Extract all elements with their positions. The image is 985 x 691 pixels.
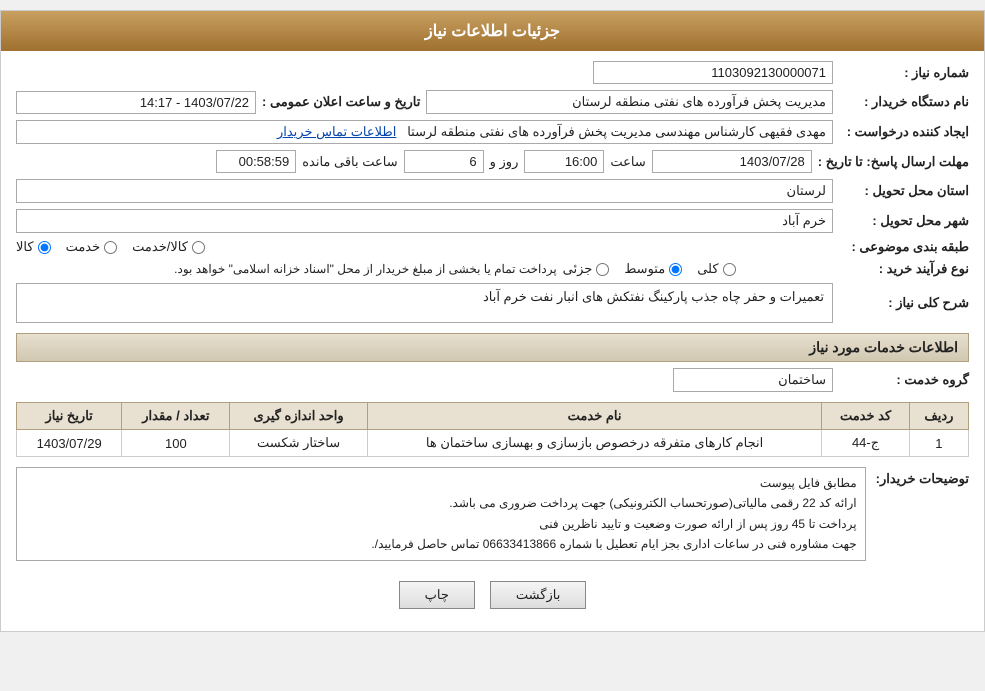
reply-remaining-value: 00:58:59	[216, 150, 296, 173]
radio-kala-khedmat-label: کالا/خدمت	[132, 239, 188, 255]
radio-motas[interactable]	[669, 263, 682, 276]
radio-kala-label: کالا	[16, 239, 34, 255]
col-quantity: تعداد / مقدار	[122, 403, 230, 430]
col-service-name: نام خدمت	[367, 403, 821, 430]
radio-khedmat-label: خدمت	[66, 239, 101, 255]
city-row: شهر محل تحویل : خرم آباد	[16, 209, 969, 233]
radio-joz[interactable]	[596, 263, 609, 276]
reply-deadline-label: مهلت ارسال پاسخ: تا تاریخ :	[818, 154, 969, 170]
reply-time-value: 16:00	[524, 150, 604, 173]
table-row: 1ج-44انجام کارهای متفرقه درخصوص بازسازی …	[17, 430, 969, 457]
requester-text: مهدی فقیهی کارشناس مهندسی مدیریت پخش فرآ…	[407, 124, 826, 139]
radio-kala[interactable]	[38, 241, 51, 254]
radio-kala-khedmat[interactable]	[192, 241, 205, 254]
announce-datetime-label: تاریخ و ساعت اعلان عمومی :	[262, 94, 420, 110]
requester-value: مهدی فقیهی کارشناس مهندسی مدیریت پخش فرآ…	[16, 120, 833, 144]
col-date: تاریخ نیاز	[17, 403, 122, 430]
page-header: جزئیات اطلاعات نیاز	[1, 11, 984, 51]
description-value: تعمیرات و حفر چاه جذب پارکینگ نفتکش های …	[16, 283, 833, 323]
category-label: طبقه بندی موضوعی :	[839, 239, 969, 255]
announce-datetime-value: 1403/07/22 - 14:17	[16, 91, 256, 114]
reply-date-value: 1403/07/28	[652, 150, 812, 173]
radio-koli[interactable]	[723, 263, 736, 276]
reply-days-label: روز و	[490, 154, 519, 170]
reply-days-value: 6	[404, 150, 484, 173]
col-service-code: کد خدمت	[822, 403, 910, 430]
province-row: استان محل تحویل : لرستان	[16, 179, 969, 203]
process-radio-group: کلی متوسط جزئی	[563, 261, 833, 277]
requester-row: ایجاد کننده درخواست : مهدی فقیهی کارشناس…	[16, 120, 969, 144]
province-value: لرستان	[16, 179, 833, 203]
category-radio-group: کالا/خدمت خدمت کالا	[16, 239, 833, 255]
buyer-org-row: نام دستگاه خریدار : مدیریت پخش فرآورده ه…	[16, 90, 969, 114]
main-container: جزئیات اطلاعات نیاز شماره نیاز : 1103092…	[0, 10, 985, 632]
request-number-value: 1103092130000071	[593, 61, 833, 84]
services-table: ردیف کد خدمت نام خدمت واحد اندازه گیری ت…	[16, 402, 969, 457]
button-row: بازگشت چاپ	[16, 569, 969, 621]
content-area: شماره نیاز : 1103092130000071 نام دستگاه…	[1, 51, 984, 631]
radio-joz-label: جزئی	[563, 261, 593, 277]
service-group-value: ساختمان	[673, 368, 833, 392]
services-table-section: ردیف کد خدمت نام خدمت واحد اندازه گیری ت…	[16, 402, 969, 457]
requester-label: ایجاد کننده درخواست :	[839, 124, 969, 140]
services-section-header: اطلاعات خدمات مورد نیاز	[16, 333, 969, 362]
col-unit: واحد اندازه گیری	[230, 403, 367, 430]
request-number-label: شماره نیاز :	[839, 65, 969, 81]
service-group-label: گروه خدمت :	[839, 372, 969, 388]
city-value: خرم آباد	[16, 209, 833, 233]
radio-koli-label: کلی	[697, 261, 718, 277]
category-row: طبقه بندی موضوعی : کالا/خدمت خدمت کالا	[16, 239, 969, 255]
page-title: جزئیات اطلاعات نیاز	[425, 23, 560, 40]
province-label: استان محل تحویل :	[839, 183, 969, 199]
reply-remaining-label: ساعت باقی مانده	[302, 154, 397, 170]
city-label: شهر محل تحویل :	[839, 213, 969, 229]
radio-khedmat[interactable]	[104, 241, 117, 254]
process-koli[interactable]: کلی	[697, 261, 735, 277]
back-button[interactable]: بازگشت	[490, 581, 586, 609]
category-kala-khedmat[interactable]: کالا/خدمت	[132, 239, 205, 255]
col-row-num: ردیف	[909, 403, 968, 430]
request-number-row: شماره نیاز : 1103092130000071	[16, 61, 969, 84]
description-row: شرح کلی نیاز : تعمیرات و حفر چاه جذب پار…	[16, 283, 969, 323]
radio-motas-label: متوسط	[624, 261, 665, 277]
category-kala[interactable]: کالا	[16, 239, 51, 255]
buyer-org-label: نام دستگاه خریدار :	[839, 94, 969, 110]
process-joz[interactable]: جزئی	[563, 261, 610, 277]
buyer-org-value: مدیریت پخش فرآورده های نفتی منطقه لرستان	[426, 90, 833, 114]
buyer-notes-label: توضیحات خریدار:	[876, 467, 969, 487]
reply-time-label: ساعت	[610, 154, 645, 170]
buyer-notes-area: توضیحات خریدار: مطابق فایل پیوستارائه کد…	[16, 467, 969, 561]
reply-deadline-row: مهلت ارسال پاسخ: تا تاریخ : 1403/07/28 س…	[16, 150, 969, 173]
buyer-notes-content: مطابق فایل پیوستارائه کد 22 رقمی مالیاتی…	[16, 467, 866, 561]
process-row: نوع فرآیند خرید : کلی متوسط جزئی پرداخت …	[16, 261, 969, 277]
process-note: پرداخت تمام یا بخشی از مبلغ خریدار از مح…	[16, 262, 557, 276]
contact-link[interactable]: اطلاعات تماس خریدار	[277, 124, 396, 139]
category-khedmat[interactable]: خدمت	[66, 239, 118, 255]
print-button[interactable]: چاپ	[399, 581, 475, 609]
process-label: نوع فرآیند خرید :	[839, 261, 969, 277]
service-group-row: گروه خدمت : ساختمان	[16, 368, 969, 392]
description-label: شرح کلی نیاز :	[839, 295, 969, 311]
process-motas[interactable]: متوسط	[624, 261, 682, 277]
